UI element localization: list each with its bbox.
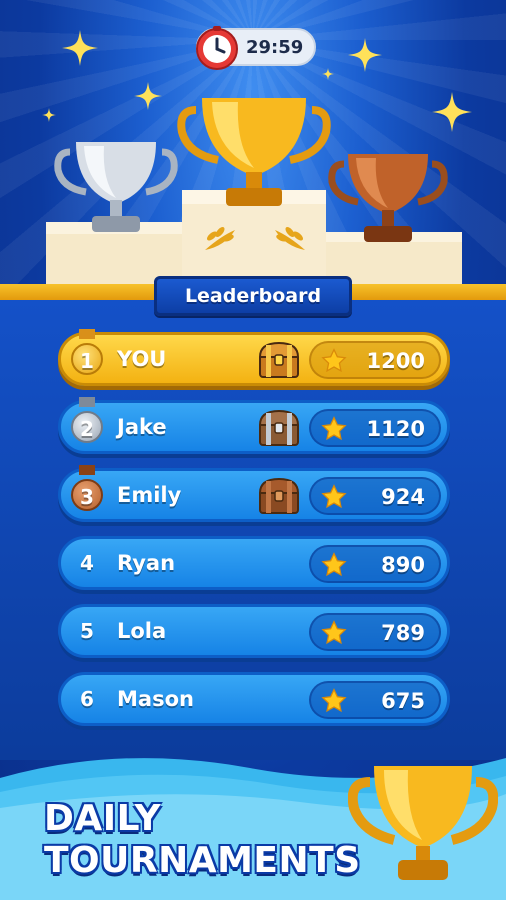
- player-score: 1120: [366, 417, 425, 441]
- game-screen: 29:59 Leaderboard 1 YOU 1200 2 Jake 1120…: [0, 0, 506, 900]
- rank-badge: 1: [71, 343, 103, 375]
- gold-trophy-icon: [177, 98, 331, 206]
- rank-badge: 3: [71, 479, 103, 511]
- promo-line-2: TOURNAMENTS: [44, 840, 361, 881]
- leaderboard-row[interactable]: 6 Mason 675: [58, 672, 450, 726]
- score-pill: 789: [309, 613, 441, 651]
- player-name: Jake: [117, 415, 167, 439]
- treasure-chest-icon[interactable]: [257, 477, 301, 515]
- score-pill: 890: [309, 545, 441, 583]
- player-score: 1200: [366, 349, 425, 373]
- star-icon: [321, 552, 347, 577]
- player-name: Mason: [117, 687, 194, 711]
- rank-badge: 6: [80, 687, 94, 711]
- bronze-trophy-icon: [328, 154, 448, 242]
- score-pill: 924: [309, 477, 441, 515]
- gold-trophy-icon: [348, 766, 498, 880]
- star-icon: [321, 688, 347, 713]
- medal-ribbon: [79, 397, 95, 407]
- star-icon: [321, 348, 347, 373]
- rank-badge: 2: [71, 411, 103, 443]
- treasure-chest-icon[interactable]: [257, 341, 301, 379]
- leaderboard-row[interactable]: 5 Lola 789: [58, 604, 450, 658]
- treasure-chest-icon[interactable]: [257, 409, 301, 447]
- star-icon: [321, 416, 347, 441]
- leaderboard-title-plate: Leaderboard: [154, 276, 352, 316]
- score-pill: 1200: [309, 341, 441, 379]
- player-score: 789: [381, 621, 425, 645]
- player-score: 890: [381, 553, 425, 577]
- player-name: YOU: [117, 347, 167, 371]
- silver-trophy-icon: [54, 142, 178, 232]
- medal-ribbon: [79, 465, 95, 475]
- star-icon: [321, 484, 347, 509]
- score-pill: 675: [309, 681, 441, 719]
- leaderboard-row[interactable]: 2 Jake 1120: [58, 397, 450, 454]
- rank-badge: 5: [80, 619, 94, 643]
- player-score: 924: [381, 485, 425, 509]
- score-pill: 1120: [309, 409, 441, 447]
- podium: [46, 98, 462, 288]
- leaderboard-row[interactable]: 3 Emily 924: [58, 465, 450, 522]
- medal-ribbon: [79, 329, 95, 339]
- player-score: 675: [381, 689, 425, 713]
- promo-line-1: DAILY: [44, 798, 162, 839]
- star-icon: [321, 620, 347, 645]
- player-name: Emily: [117, 483, 182, 507]
- leaderboard-title: Leaderboard: [184, 285, 322, 307]
- rank-badge: 4: [80, 551, 94, 575]
- player-name: Ryan: [117, 551, 176, 575]
- leaderboard-row[interactable]: 1 YOU 1200: [58, 329, 450, 386]
- player-name: Lola: [117, 619, 167, 643]
- leaderboard-row[interactable]: 4 Ryan 890: [58, 536, 450, 590]
